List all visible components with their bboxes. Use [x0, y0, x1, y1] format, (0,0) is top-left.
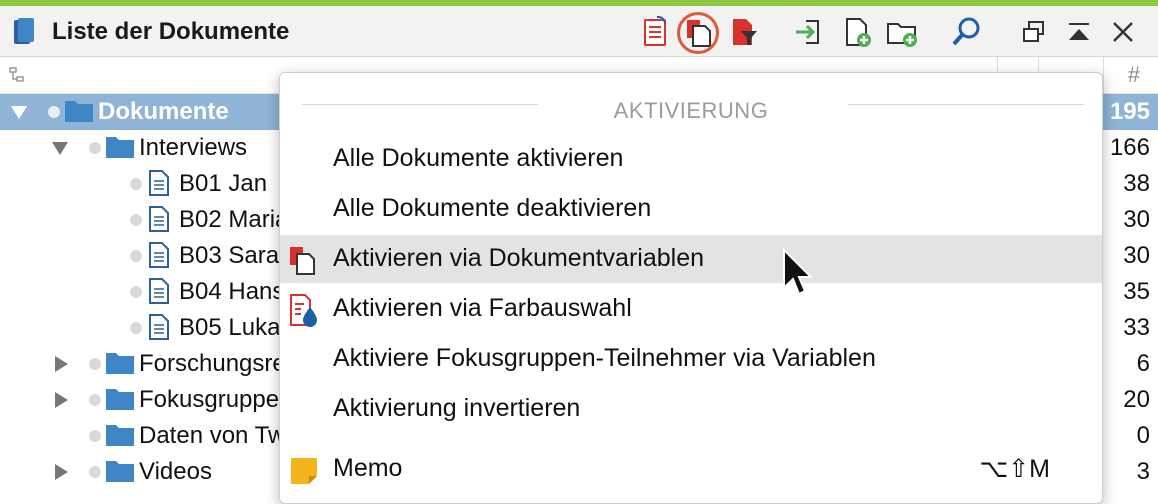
- folder-icon: [106, 425, 134, 446]
- column-separator: [1103, 57, 1104, 93]
- activation-dot[interactable]: [89, 394, 101, 406]
- tree-row-count: 0: [1136, 422, 1150, 449]
- menu-item-label: Memo: [333, 454, 403, 482]
- collapse-icon[interactable]: [1061, 14, 1097, 50]
- menu-item-shortcut: ⌥⇧M: [979, 455, 1050, 483]
- tree-row-count: 30: [1123, 242, 1150, 269]
- tree-row-count: 20: [1123, 386, 1150, 413]
- folder-icon: [106, 137, 134, 158]
- menu-item-memo[interactable]: Memo ⌥⇧M: [280, 445, 1102, 493]
- activate-by-variables-icon: [290, 247, 315, 275]
- menu-item-label: Aktivieren via Dokumentvariablen: [333, 244, 705, 272]
- menu-heading: AKTIVIERUNG: [613, 98, 769, 123]
- expand-arrow-icon[interactable]: [51, 139, 69, 157]
- menu-item-invert-activation[interactable]: Aktivierung invertieren: [280, 385, 1102, 433]
- activation-menu: AKTIVIERUNG Alle Dokumente aktivieren Al…: [279, 72, 1103, 504]
- activation-dot[interactable]: [130, 286, 142, 298]
- mouse-cursor-icon: [783, 248, 812, 296]
- menu-item-label: Aktiviere Fokusgruppen-Teilnehmer via Va…: [333, 344, 876, 372]
- activation-dot[interactable]: [130, 214, 142, 226]
- close-icon[interactable]: [1105, 14, 1141, 50]
- activation-dot[interactable]: [89, 142, 101, 154]
- text-document-icon: [149, 278, 169, 304]
- menu-item-label: Alle Dokumente deaktivieren: [333, 194, 652, 222]
- hierarchy-icon[interactable]: [8, 66, 26, 84]
- tree-row-label: B04 Hans: [179, 278, 285, 305]
- activation-dot[interactable]: [89, 430, 101, 442]
- folder-icon: [106, 389, 134, 410]
- tree-row-label: B05 Lukas: [179, 314, 293, 341]
- menu-item-deactivate-all[interactable]: Alle Dokumente deaktivieren: [280, 185, 1102, 233]
- tree-row-count: 195: [1109, 98, 1150, 125]
- tree-row-label: Videos: [139, 458, 212, 485]
- text-document-icon: [149, 170, 169, 196]
- text-document-icon: [149, 242, 169, 268]
- count-column-header[interactable]: #: [1128, 62, 1140, 88]
- title-bar: Liste der Dokumente: [0, 6, 1158, 57]
- tree-row-count: 35: [1123, 278, 1150, 305]
- filter-documents-icon[interactable]: [725, 14, 761, 50]
- text-document-icon: [149, 206, 169, 232]
- menu-item-activate-focus-group[interactable]: Aktiviere Fokusgruppen-Teilnehmer via Va…: [280, 335, 1102, 383]
- folder-icon: [106, 353, 134, 374]
- activation-dot[interactable]: [89, 466, 101, 478]
- activate-by-variables-icon[interactable]: [680, 14, 716, 50]
- undock-icon[interactable]: [1016, 14, 1052, 50]
- document-list-icon: [14, 18, 34, 44]
- expand-arrow-icon[interactable]: [10, 103, 28, 121]
- window-title: Liste der Dokumente: [52, 18, 290, 45]
- activation-dot[interactable]: [130, 322, 142, 334]
- memo-icon: [291, 458, 317, 484]
- folder-icon: [106, 461, 134, 482]
- search-icon[interactable]: [948, 14, 984, 50]
- import-icon[interactable]: [790, 14, 826, 50]
- tree-row-label: Dokumente: [98, 98, 229, 125]
- menu-item-activate-by-color[interactable]: Aktivieren via Farbauswahl: [280, 285, 1102, 333]
- menu-item-label: Alle Dokumente aktivieren: [333, 144, 624, 172]
- menu-item-activate-all[interactable]: Alle Dokumente aktivieren: [280, 135, 1102, 183]
- tree-row-label: B03 Sara: [179, 242, 280, 269]
- tree-row-label: B02 Maria: [179, 206, 289, 233]
- expand-arrow-icon[interactable]: [52, 391, 70, 409]
- menu-item-label: Aktivierung invertieren: [333, 394, 581, 422]
- tree-row-count: 166: [1109, 134, 1150, 161]
- menu-item-label: Aktivieren via Farbauswahl: [333, 294, 632, 322]
- activation-dot[interactable]: [89, 358, 101, 370]
- color-select-icon: [290, 294, 317, 327]
- new-document-icon[interactable]: [839, 14, 875, 50]
- menu-item-activate-by-variables[interactable]: Aktivieren via Dokumentvariablen: [280, 235, 1102, 283]
- tree-row-label: Interviews: [139, 134, 248, 161]
- tree-row-count: 33: [1123, 314, 1150, 341]
- new-document-group-icon[interactable]: [884, 14, 920, 50]
- tree-row-count: 3: [1136, 458, 1150, 485]
- tree-row-label: Fokusgruppen: [139, 386, 293, 413]
- reset-activation-icon[interactable]: [637, 14, 673, 50]
- activation-dot[interactable]: [130, 178, 142, 190]
- activation-dot[interactable]: [48, 106, 60, 118]
- folder-icon: [65, 101, 93, 122]
- tree-row-count: 6: [1136, 350, 1150, 377]
- expand-arrow-icon[interactable]: [52, 355, 70, 373]
- text-document-icon: [149, 314, 169, 340]
- expand-arrow-icon[interactable]: [52, 463, 70, 481]
- tree-row-count: 30: [1123, 206, 1150, 233]
- tree-row-label: B01 Jan: [179, 170, 268, 197]
- tree-row-count: 38: [1123, 170, 1150, 197]
- activation-dot[interactable]: [130, 250, 142, 262]
